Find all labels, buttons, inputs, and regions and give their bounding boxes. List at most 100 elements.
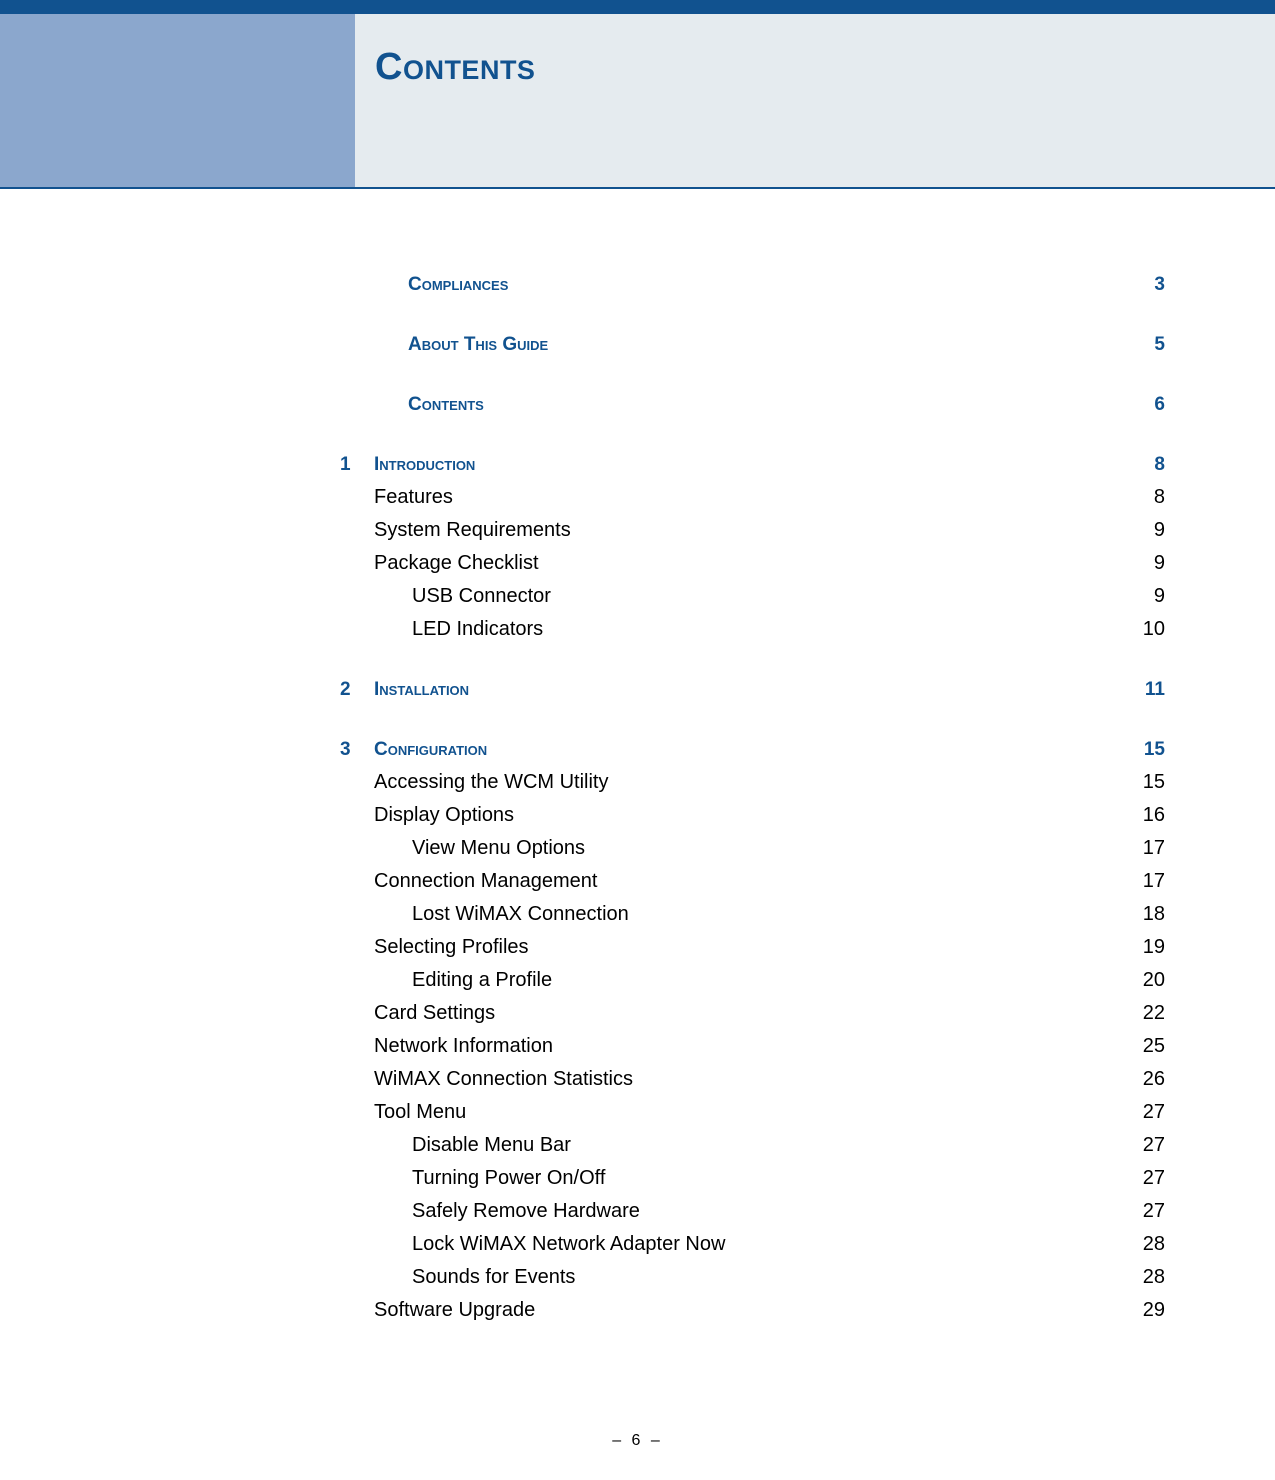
toc-page-number: 11 (1115, 679, 1165, 701)
toc-row[interactable]: LED Indicators10 (340, 618, 1165, 641)
toc-item-title: USB Connector (340, 585, 1115, 608)
toc-chapter-number: 1 (340, 454, 374, 476)
toc-page-number: 9 (1115, 519, 1165, 542)
toc-page-number: 5 (1115, 334, 1165, 356)
toc-row[interactable]: Tool Menu27 (340, 1101, 1165, 1124)
toc-page-number: 27 (1115, 1167, 1165, 1190)
toc-row[interactable]: About This Guide5 (340, 334, 1165, 356)
toc-page-number: 27 (1115, 1101, 1165, 1124)
toc-page-number: 16 (1115, 804, 1165, 827)
toc-row[interactable]: Lost WiMAX Connection18 (340, 903, 1165, 926)
toc-row[interactable]: Features8 (340, 486, 1165, 509)
toc-page-number: 27 (1115, 1200, 1165, 1223)
toc-item-title: Connection Management (340, 870, 1115, 893)
top-accent-bar (0, 0, 1275, 14)
toc-page-number: 15 (1115, 771, 1165, 794)
toc-item-title: View Menu Options (340, 837, 1115, 860)
toc-page-number: 8 (1115, 486, 1165, 509)
toc-row[interactable]: System Requirements9 (340, 519, 1165, 542)
toc-heading-title: Installation (374, 679, 1115, 701)
toc-row[interactable]: Software Upgrade29 (340, 1299, 1165, 1322)
page-number-marker: – 6 – (612, 1432, 663, 1449)
toc-row[interactable]: 2Installation11 (340, 679, 1165, 701)
toc-page-number: 28 (1115, 1233, 1165, 1256)
toc-chapter-number: 2 (340, 679, 374, 701)
header-area: Contents (0, 14, 1275, 189)
toc-container: Compliances3About This Guide5Contents61I… (0, 189, 1275, 1392)
toc-page-number: 6 (1115, 394, 1165, 416)
toc-row[interactable]: Safely Remove Hardware27 (340, 1200, 1165, 1223)
toc-heading-title: Compliances (374, 274, 1115, 296)
toc-row[interactable]: Editing a Profile20 (340, 969, 1165, 992)
toc-item-title: Network Information (340, 1035, 1115, 1058)
toc-item-title: Lost WiMAX Connection (340, 903, 1115, 926)
page-footer: – 6 – (0, 1392, 1275, 1480)
toc-page-number: 9 (1115, 585, 1165, 608)
header-left-block (0, 14, 355, 187)
toc-row[interactable]: WiMAX Connection Statistics26 (340, 1068, 1165, 1091)
toc-heading-title: Contents (374, 394, 1115, 416)
toc-page-number: 9 (1115, 552, 1165, 575)
spacer (340, 426, 1165, 454)
toc-row[interactable]: Display Options16 (340, 804, 1165, 827)
header-right-block: Contents (355, 14, 1275, 187)
toc-heading-title: Introduction (374, 454, 1115, 476)
page-title: Contents (375, 46, 1275, 89)
toc-page-number: 3 (1115, 274, 1165, 296)
toc-chapter-number: 3 (340, 739, 374, 761)
toc-heading-title: Configuration (374, 739, 1115, 761)
toc-row[interactable]: Selecting Profiles19 (340, 936, 1165, 959)
toc-page-number: 17 (1115, 870, 1165, 893)
toc-page-number: 20 (1115, 969, 1165, 992)
toc-row[interactable]: 3Configuration15 (340, 739, 1165, 761)
toc-item-title: Features (340, 486, 1115, 509)
toc-row[interactable]: View Menu Options17 (340, 837, 1165, 860)
toc-row[interactable]: Disable Menu Bar27 (340, 1134, 1165, 1157)
toc-row[interactable]: Contents6 (340, 394, 1165, 416)
toc-item-title: Package Checklist (340, 552, 1115, 575)
toc-row[interactable]: USB Connector9 (340, 585, 1165, 608)
toc-row[interactable]: Network Information25 (340, 1035, 1165, 1058)
toc-row[interactable]: Accessing the WCM Utility15 (340, 771, 1165, 794)
toc-row[interactable]: Connection Management17 (340, 870, 1165, 893)
toc-item-title: Card Settings (340, 1002, 1115, 1025)
toc-row[interactable]: Lock WiMAX Network Adapter Now28 (340, 1233, 1165, 1256)
toc-item-title: Selecting Profiles (340, 936, 1115, 959)
toc-page-number: 10 (1115, 618, 1165, 641)
toc-page-number: 26 (1115, 1068, 1165, 1091)
toc-heading-title: About This Guide (374, 334, 1115, 356)
toc-item-title: Display Options (340, 804, 1115, 827)
toc-page-number: 17 (1115, 837, 1165, 860)
spacer (340, 711, 1165, 739)
toc-page-number: 15 (1115, 739, 1165, 761)
toc-item-title: Lock WiMAX Network Adapter Now (340, 1233, 1115, 1256)
toc-row[interactable]: 1Introduction8 (340, 454, 1165, 476)
toc-page-number: 28 (1115, 1266, 1165, 1289)
spacer (340, 306, 1165, 334)
toc-row[interactable]: Sounds for Events28 (340, 1266, 1165, 1289)
spacer (340, 651, 1165, 679)
toc-item-title: LED Indicators (340, 618, 1115, 641)
spacer (340, 366, 1165, 394)
toc-item-title: Sounds for Events (340, 1266, 1115, 1289)
toc-item-title: Software Upgrade (340, 1299, 1115, 1322)
toc-item-title: Accessing the WCM Utility (340, 771, 1115, 794)
toc-page-number: 8 (1115, 454, 1165, 476)
toc-item-title: WiMAX Connection Statistics (340, 1068, 1115, 1091)
toc-row[interactable]: Turning Power On/Off27 (340, 1167, 1165, 1190)
toc-row[interactable]: Compliances3 (340, 274, 1165, 296)
toc-row[interactable]: Card Settings22 (340, 1002, 1165, 1025)
toc-item-title: Editing a Profile (340, 969, 1115, 992)
toc-page-number: 27 (1115, 1134, 1165, 1157)
toc-page-number: 18 (1115, 903, 1165, 926)
toc-row[interactable]: Package Checklist9 (340, 552, 1165, 575)
toc-page-number: 25 (1115, 1035, 1165, 1058)
toc-item-title: System Requirements (340, 519, 1115, 542)
toc-item-title: Disable Menu Bar (340, 1134, 1115, 1157)
toc-page-number: 29 (1115, 1299, 1165, 1322)
toc-item-title: Safely Remove Hardware (340, 1200, 1115, 1223)
toc-page-number: 22 (1115, 1002, 1165, 1025)
toc-item-title: Turning Power On/Off (340, 1167, 1115, 1190)
toc-page-number: 19 (1115, 936, 1165, 959)
toc-item-title: Tool Menu (340, 1101, 1115, 1124)
